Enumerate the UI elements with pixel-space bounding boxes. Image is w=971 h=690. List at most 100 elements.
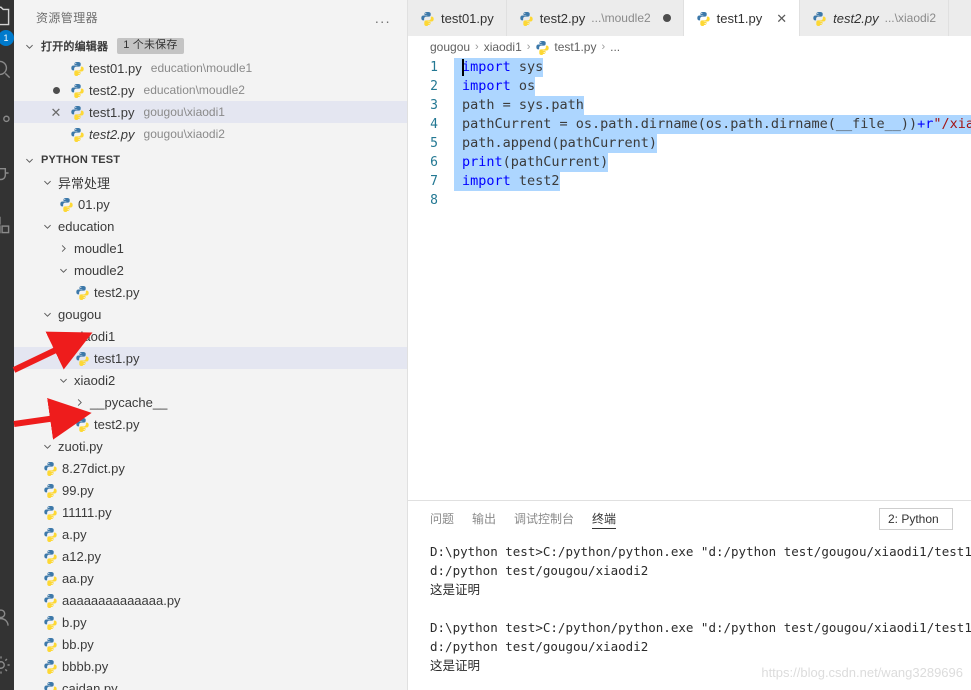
editor-tab[interactable]: test2.py ...\moudle2 [506, 0, 684, 36]
tab-close-icon[interactable]: ✕ [776, 12, 787, 25]
tree-file-row[interactable]: bbbb.py [14, 655, 407, 677]
tree-file-row[interactable]: aaaaaaaaaaaaaa.py [14, 589, 407, 611]
line-number: 7 [430, 174, 438, 189]
python-file-icon [520, 11, 533, 26]
tree-file-row[interactable]: test2.py [14, 281, 407, 303]
tree-file-row[interactable]: 01.py [14, 193, 407, 215]
more-actions-icon[interactable]: ... [375, 10, 395, 26]
chevron-right-icon: › [475, 41, 479, 53]
python-file-icon [421, 11, 434, 26]
python-file-icon [44, 461, 57, 476]
tree-folder-row[interactable]: xiaodi2 [14, 369, 407, 391]
tree-file-row[interactable]: caidan.py [14, 677, 407, 690]
vscode-window: 1 资源管理器 ... 打开的编辑器 1 个未保存 test01.py educ… [0, 0, 971, 690]
tree-folder-row[interactable]: __pycache__ [14, 391, 407, 413]
tree-item-label: gougou [58, 306, 102, 322]
breadcrumb-label: xiaodi1 [483, 40, 522, 54]
tree-folder-row[interactable]: education [14, 215, 407, 237]
panel-tab[interactable]: 输出 [472, 501, 496, 536]
project-root-label: PYTHON TEST [41, 154, 121, 166]
breadcrumb-item[interactable]: ... [610, 40, 620, 54]
editor-tab[interactable]: test1.py ✕ [683, 0, 801, 36]
tab-path: ...\xiaodi2 [884, 11, 937, 25]
tree-folder-row[interactable]: moudle1 [14, 237, 407, 259]
line-content: pathCurrent = os.path.dirname(os.path.di… [454, 115, 971, 134]
search-icon[interactable] [0, 56, 14, 82]
panel-tab[interactable]: 终端 [592, 501, 617, 536]
breadcrumb-item[interactable]: xiaodi1 [484, 40, 522, 54]
tree-file-row[interactable]: test1.py [14, 347, 407, 369]
terminal-selector-dropdown[interactable]: 2: Python [879, 507, 953, 530]
terminal-output[interactable]: D:\python test>C:/python/python.exe "d:/… [408, 536, 971, 690]
breadcrumb: gougou › xiaodi1 › test1.py ›... [408, 36, 971, 58]
breadcrumb-item[interactable]: test1.py [535, 40, 596, 55]
close-icon[interactable]: ✕ [51, 106, 62, 119]
chevron-down-icon [40, 219, 54, 233]
debug-icon[interactable] [0, 160, 14, 186]
panel-tab[interactable]: 问题 [430, 501, 454, 536]
code-line: 8 [408, 191, 971, 210]
tree-file-row[interactable]: a12.py [14, 545, 407, 567]
code-editor[interactable]: 1 import sys 2 import os 3 path = sys.path 4 pa… [408, 58, 971, 500]
tab-label: test1.py [716, 10, 763, 26]
chevron-down-icon [56, 373, 70, 387]
python-file-icon [44, 527, 57, 542]
line-content: path = sys.path [454, 96, 584, 115]
open-editor-item[interactable]: test2.py education\moudle2 [14, 79, 407, 101]
python-file-icon [44, 593, 57, 608]
open-editor-filepath: gougou\xiaodi1 [143, 105, 225, 119]
tab-path: ...\moudle2 [591, 11, 651, 25]
project-section-header[interactable]: PYTHON TEST [14, 149, 407, 171]
editor-tab[interactable]: test01.py [408, 0, 507, 36]
settings-gear-icon[interactable] [0, 652, 14, 678]
editor-tab[interactable]: test2.py ...\xiaodi2 [800, 0, 950, 36]
tree-item-label: zuoti.py [58, 438, 103, 454]
breadcrumb-label: test1.py [554, 40, 597, 54]
tree-item-label: 8.27dict.py [62, 460, 125, 476]
panel-tab[interactable]: 调试控制台 [514, 501, 574, 536]
open-editor-filepath: education\moudle1 [150, 61, 253, 75]
file-tree: 异常处理 01.py education moudle1 moudle2 test2.… [14, 171, 407, 690]
tree-item-label: a.py [62, 526, 87, 542]
open-editors-list: test01.py education\moudle1 test2.py educa… [14, 57, 407, 145]
tree-folder-row[interactable]: moudle2 [14, 259, 407, 281]
tree-file-row[interactable]: b.py [14, 611, 407, 633]
chevron-down-icon [40, 439, 54, 453]
tree-item-label: 99.py [62, 482, 94, 498]
chevron-down-icon [56, 263, 70, 277]
tree-file-row[interactable]: 11111.py [14, 501, 407, 523]
panel-actions: 2: Python [879, 507, 953, 530]
tree-item-label: aa.py [62, 570, 94, 586]
open-editor-item[interactable]: ✕ test1.py gougou\xiaodi1 [14, 101, 407, 123]
tree-folder-row[interactable]: gougou [14, 303, 407, 325]
tree-folder-row[interactable]: zuoti.py [14, 435, 407, 457]
breadcrumb-item[interactable]: gougou [430, 40, 470, 54]
code-line: 3 path = sys.path [408, 96, 971, 115]
explorer-badge: 1 [0, 30, 14, 46]
tree-file-row[interactable]: 99.py [14, 479, 407, 501]
source-control-icon[interactable] [0, 108, 14, 134]
extensions-icon[interactable] [0, 212, 14, 238]
open-editors-section-header[interactable]: 打开的编辑器 1 个未保存 [14, 35, 407, 57]
account-icon[interactable] [0, 604, 14, 630]
line-content: import sys [454, 58, 544, 77]
tree-file-row[interactable]: test2.py [14, 413, 407, 435]
breadcrumb-label: ... [610, 40, 621, 54]
tab-label: test01.py [441, 10, 494, 26]
open-editor-item[interactable]: test2.py gougou\xiaodi2 [14, 123, 407, 145]
text-cursor [462, 59, 464, 76]
tree-folder-row[interactable]: 异常处理 [14, 171, 407, 193]
tree-folder-row[interactable]: xiaodi1 [14, 325, 407, 347]
code-line: 6 print(pathCurrent) [408, 153, 971, 172]
tab-label: test2.py [539, 10, 586, 26]
tree-file-row[interactable]: 8.27dict.py [14, 457, 407, 479]
unsaved-badge: 1 个未保存 [117, 38, 184, 54]
tree-file-row[interactable]: bb.py [14, 633, 407, 655]
chevron-down-icon [56, 329, 70, 343]
explorer-icon[interactable] [0, 4, 14, 30]
chevron-down-icon [40, 307, 54, 321]
editor-area: test01.py test2.py ...\moudle2 test1.py ✕ … [408, 0, 971, 690]
tree-file-row[interactable]: a.py [14, 523, 407, 545]
tree-file-row[interactable]: aa.py [14, 567, 407, 589]
open-editor-item[interactable]: test01.py education\moudle1 [14, 57, 407, 79]
